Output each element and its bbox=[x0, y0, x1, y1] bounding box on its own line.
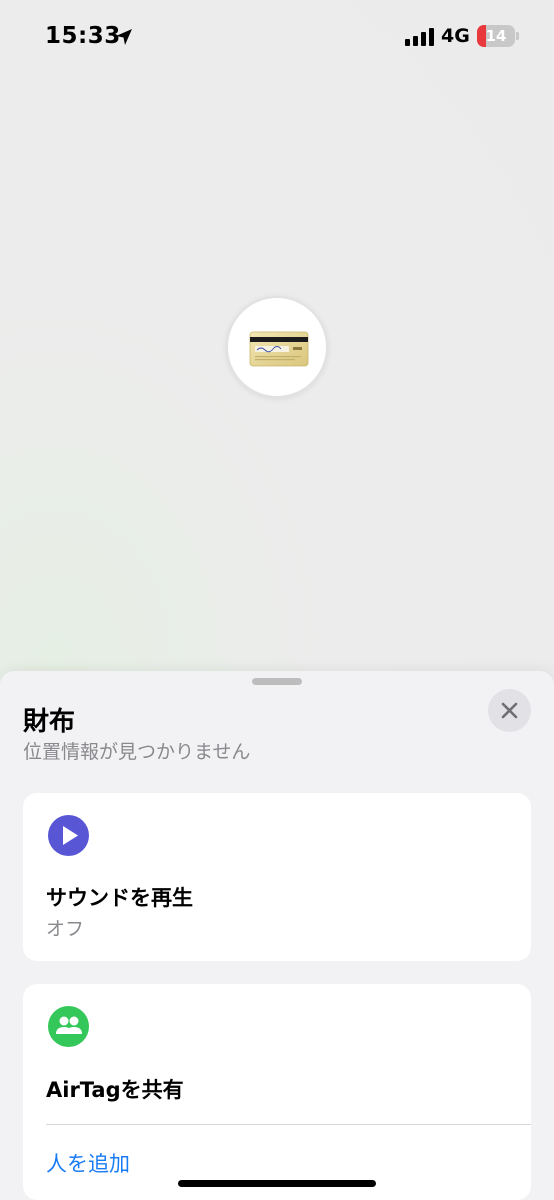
item-location-pin[interactable] bbox=[226, 296, 328, 398]
divider bbox=[46, 1124, 531, 1125]
close-icon bbox=[501, 702, 518, 719]
location-arrow-icon bbox=[116, 29, 132, 45]
cellular-signal-icon bbox=[405, 28, 434, 46]
battery-level: 14 bbox=[485, 27, 507, 45]
play-sound-card[interactable]: サウンドを再生 オフ bbox=[23, 793, 531, 961]
item-detail-sheet: 財布 位置情報が見つかりません サウンドを再生 オフ AirTagを共有 人を追… bbox=[0, 671, 554, 1200]
home-indicator[interactable] bbox=[178, 1180, 376, 1187]
play-icon bbox=[48, 815, 89, 856]
battery-cap bbox=[516, 32, 519, 40]
battery-icon: 14 bbox=[477, 25, 515, 47]
play-sound-status: オフ bbox=[46, 918, 85, 940]
status-time: 15:33 bbox=[45, 23, 121, 49]
sheet-grabber[interactable] bbox=[252, 678, 302, 685]
network-type: 4G bbox=[441, 25, 470, 47]
credit-card-icon bbox=[249, 331, 309, 367]
people-icon bbox=[48, 1006, 89, 1047]
play-sound-title: サウンドを再生 bbox=[46, 886, 193, 910]
status-bar: 15:33 4G 14 bbox=[0, 0, 554, 74]
add-person-link[interactable]: 人を追加 bbox=[46, 1148, 130, 1178]
share-airtag-card: AirTagを共有 人を追加 bbox=[23, 984, 531, 1200]
item-title: 財布 bbox=[23, 707, 76, 737]
close-button[interactable] bbox=[488, 689, 531, 732]
share-airtag-title: AirTagを共有 bbox=[46, 1078, 184, 1102]
item-location-status: 位置情報が見つかりません bbox=[23, 741, 251, 763]
